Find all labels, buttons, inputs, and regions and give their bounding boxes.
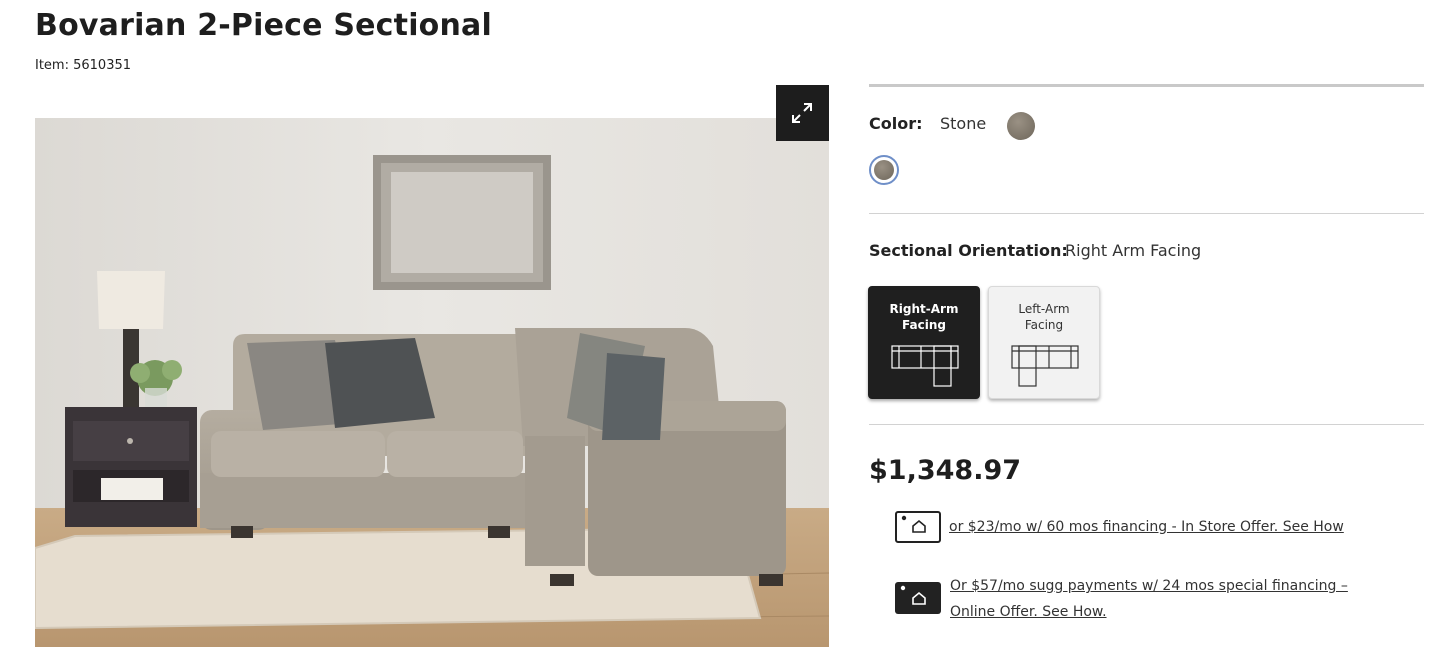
orientation-option-line2: Facing	[1024, 318, 1064, 332]
color-label: Color:	[869, 114, 923, 133]
section-divider	[869, 213, 1424, 214]
section-divider-top	[869, 84, 1424, 87]
product-photo-illustration	[35, 118, 829, 647]
in-store-financing-link[interactable]: or $23/mo w/ 60 mos financing - In Store…	[949, 514, 1344, 540]
orientation-option-right-arm[interactable]: Right-Arm Facing	[868, 286, 980, 399]
color-swatch-fill	[874, 160, 894, 180]
left-arm-sectional-icon	[1011, 345, 1079, 387]
right-arm-sectional-icon	[891, 345, 959, 387]
orientation-option-left-arm[interactable]: Left-Arm Facing	[988, 286, 1100, 399]
color-value: Stone	[940, 114, 987, 133]
orientation-option-label: Right-Arm Facing	[869, 301, 979, 333]
item-number: Item: 5610351	[35, 58, 132, 73]
orientation-option-line1: Left-Arm	[1018, 302, 1070, 316]
product-image[interactable]	[35, 118, 829, 647]
orientation-value: Right Arm Facing	[1065, 241, 1202, 260]
orientation-option-line2: Facing	[902, 318, 946, 332]
expand-arrows-icon	[792, 103, 812, 123]
color-swatch-stone[interactable]	[869, 155, 899, 185]
product-price: $1,348.97	[869, 455, 1022, 486]
product-title: Bovarian 2-Piece Sectional	[35, 8, 492, 43]
color-preview-chip	[1007, 112, 1035, 140]
orientation-label: Sectional Orientation:	[869, 241, 1068, 260]
online-card-icon	[895, 582, 941, 614]
online-financing-link[interactable]: Or $57/mo sugg payments w/ 24 mos specia…	[950, 573, 1390, 625]
store-card-icon	[895, 511, 941, 543]
expand-image-button[interactable]	[776, 85, 829, 141]
orientation-option-label: Left-Arm Facing	[989, 301, 1099, 333]
orientation-option-line1: Right-Arm	[889, 302, 959, 316]
section-divider	[869, 424, 1424, 425]
